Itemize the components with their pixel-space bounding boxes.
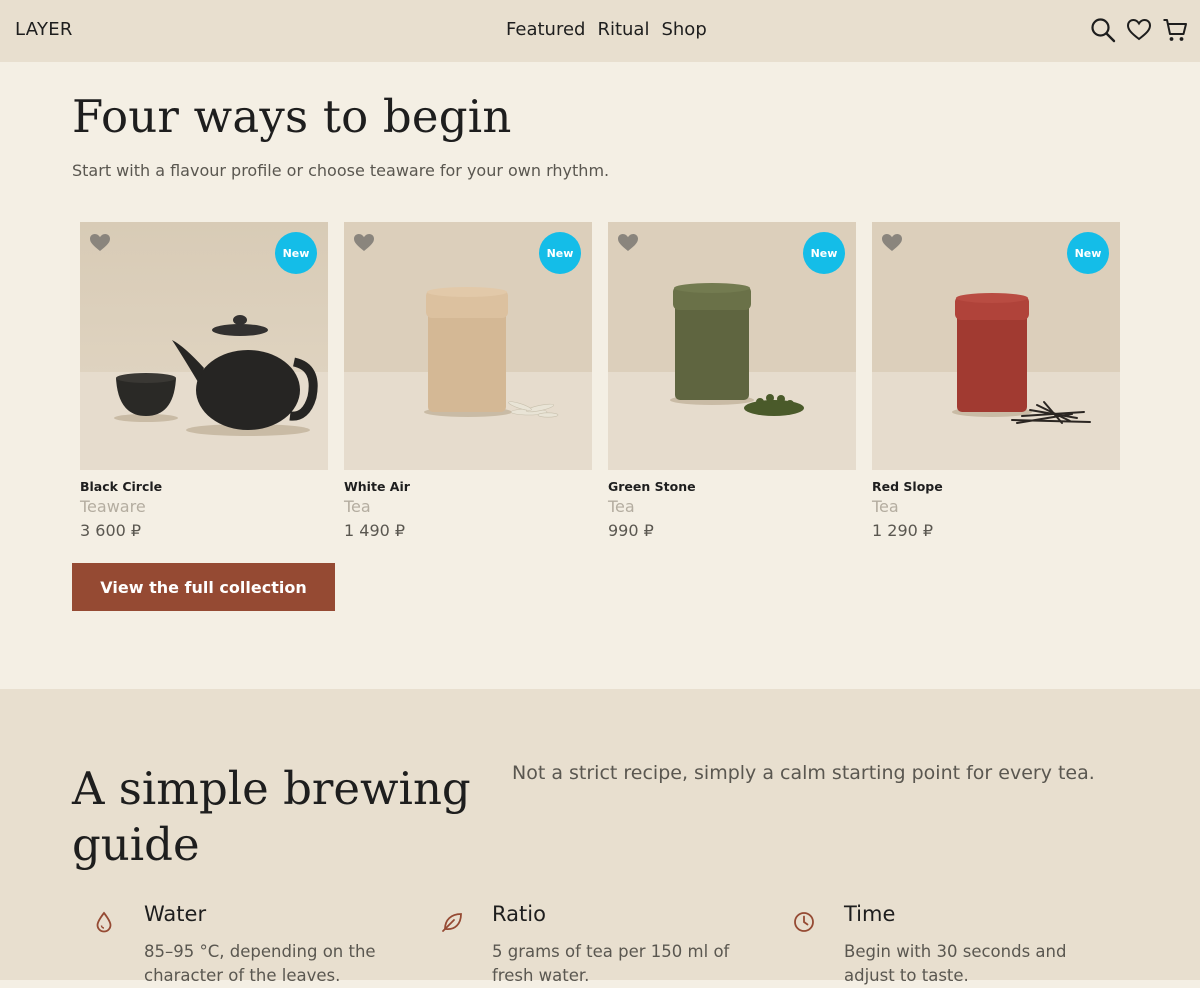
- water-drop-icon: [96, 911, 112, 933]
- product-category: Tea: [608, 497, 635, 516]
- product-category: Tea: [344, 497, 371, 516]
- clock-icon: [794, 912, 814, 932]
- collection-title: Four ways to begin: [72, 90, 512, 143]
- product-name[interactable]: White Air: [344, 479, 592, 494]
- collection-subtitle: Start with a flavour profile or choose t…: [72, 161, 610, 180]
- nav-featured[interactable]: Featured: [506, 19, 585, 40]
- favorite-heart-icon[interactable]: [617, 232, 639, 252]
- nav-ritual[interactable]: Ritual: [597, 19, 649, 40]
- step-title: Time: [844, 902, 896, 926]
- product-price: 990 ₽: [608, 521, 654, 540]
- nav-shop[interactable]: Shop: [661, 19, 706, 40]
- product-price: 3 600 ₽: [80, 521, 142, 540]
- favorite-heart-icon[interactable]: [89, 232, 111, 252]
- site-header: LAYER Featured Ritual Shop: [0, 0, 1200, 62]
- new-badge: New: [1067, 232, 1109, 274]
- favorite-heart-icon[interactable]: [353, 232, 375, 252]
- header-actions: [1090, 17, 1188, 43]
- favorite-heart-icon[interactable]: [881, 232, 903, 252]
- product-image[interactable]: New: [608, 222, 856, 470]
- product-price: 1 290 ₽: [872, 521, 934, 540]
- new-badge: New: [275, 232, 317, 274]
- product-card-black-circle[interactable]: New Black Circle Teaware 3 600 ₽: [80, 222, 328, 540]
- product-image[interactable]: New: [872, 222, 1120, 470]
- new-badge: New: [539, 232, 581, 274]
- view-collection-button[interactable]: View the full collection: [72, 563, 335, 611]
- product-image[interactable]: New: [80, 222, 328, 470]
- brand-logo[interactable]: LAYER: [15, 19, 73, 40]
- cart-icon[interactable]: [1162, 17, 1188, 43]
- guide-subtitle: Not a strict recipe, simply a calm start…: [512, 762, 1095, 784]
- product-name[interactable]: Red Slope: [872, 479, 1120, 494]
- product-name[interactable]: Green Stone: [608, 479, 856, 494]
- main-nav: Featured Ritual Shop: [506, 19, 707, 40]
- step-title: Water: [144, 902, 207, 926]
- leaf-icon: [442, 913, 462, 932]
- heart-icon[interactable]: [1126, 17, 1152, 43]
- guide-title: A simple brewing guide: [72, 762, 471, 871]
- brewing-guide-section: A simple brewing guide Not a strict reci…: [0, 689, 1200, 985]
- step-text: 85–95 °C, depending on the character of …: [144, 942, 376, 985]
- product-name[interactable]: Black Circle: [80, 479, 328, 494]
- search-icon[interactable]: [1090, 17, 1116, 43]
- product-price: 1 490 ₽: [344, 521, 406, 540]
- product-category: Teaware: [80, 497, 146, 516]
- step-text: Begin with 30 seconds and adjust to tast…: [844, 942, 1067, 985]
- collection-section: Four ways to begin Start with a flavour …: [0, 62, 1200, 689]
- product-card-green-stone[interactable]: New Green Stone Tea 990 ₽: [608, 222, 856, 540]
- step-title: Ratio: [492, 902, 546, 926]
- product-card-white-air[interactable]: New White Air Tea 1 490 ₽: [344, 222, 592, 540]
- product-category: Tea: [872, 497, 899, 516]
- product-image[interactable]: New: [344, 222, 592, 470]
- step-text: 5 grams of tea per 150 ml of fresh water…: [492, 942, 730, 985]
- new-badge: New: [803, 232, 845, 274]
- product-card-red-slope[interactable]: New Red Slope Tea 1 290 ₽: [872, 222, 1120, 540]
